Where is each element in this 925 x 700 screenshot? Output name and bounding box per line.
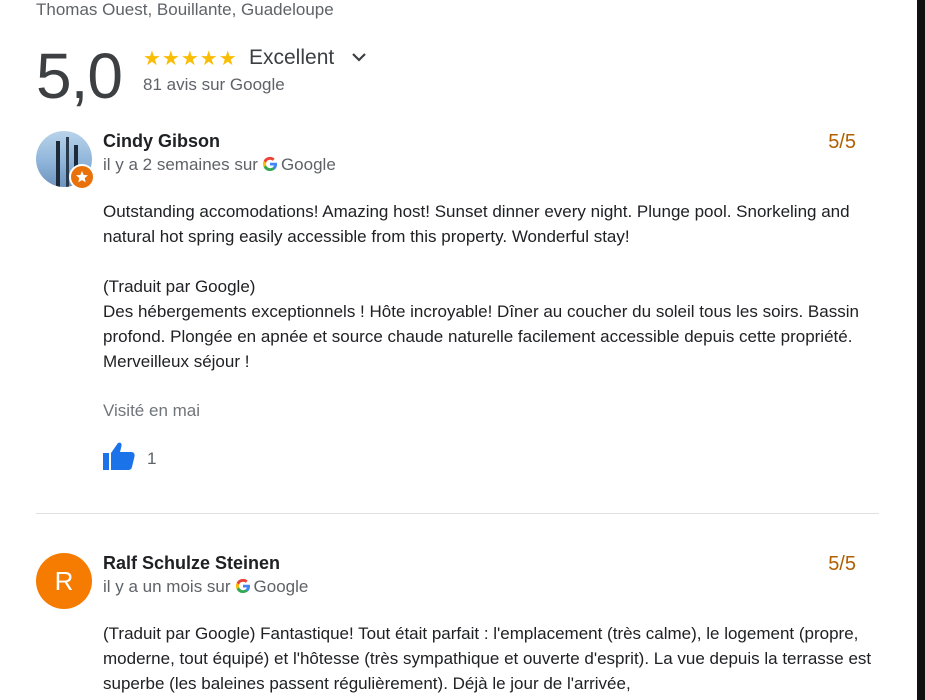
review-count[interactable]: 81 avis sur Google bbox=[143, 75, 285, 95]
visit-date: Visité en mai bbox=[103, 401, 201, 420]
google-icon bbox=[262, 156, 278, 177]
like-count: 1 bbox=[147, 449, 157, 468]
overall-score: 5,0 bbox=[36, 40, 123, 112]
star-rating: ★★★★★ bbox=[143, 48, 238, 70]
chevron-down-icon[interactable] bbox=[351, 50, 367, 68]
review-score: 5/5 bbox=[828, 553, 856, 575]
reviewer-name[interactable]: Ralf Schulze Steinen bbox=[103, 553, 280, 574]
review-source: Google bbox=[253, 577, 309, 596]
translation-label: (Traduit par Google) bbox=[103, 277, 256, 296]
window-border bbox=[917, 0, 925, 700]
rating-word: Excellent bbox=[249, 46, 335, 69]
review-text-original: Outstanding accomodations! Amazing host!… bbox=[103, 202, 850, 246]
review-text: (Traduit par Google) Fantastique! Tout é… bbox=[103, 624, 872, 693]
review-card: R Ralf Schulze Steinen il y a un mois su… bbox=[36, 553, 881, 700]
review-text-translated: Des hébergements exceptionnels ! Hôte in… bbox=[103, 302, 859, 371]
reviewer-name[interactable]: Cindy Gibson bbox=[103, 131, 220, 152]
local-guide-badge-icon bbox=[69, 164, 95, 190]
location-text: Thomas Ouest, Bouillante, Guadeloupe bbox=[36, 0, 334, 19]
review-meta: il y a un mois sur Google bbox=[103, 577, 308, 599]
review-card: Cindy Gibson il y a 2 semaines sur Google… bbox=[36, 131, 881, 501]
review-divider bbox=[36, 513, 879, 514]
google-icon bbox=[235, 578, 251, 599]
review-date: il y a un mois sur bbox=[103, 577, 231, 596]
review-meta: il y a 2 semaines sur Google bbox=[103, 155, 336, 177]
review-source: Google bbox=[280, 155, 336, 174]
thumbs-up-icon[interactable] bbox=[103, 441, 135, 476]
avatar[interactable]: R bbox=[36, 553, 92, 609]
review-score: 5/5 bbox=[828, 131, 856, 153]
review-date: il y a 2 semaines sur bbox=[103, 155, 258, 174]
